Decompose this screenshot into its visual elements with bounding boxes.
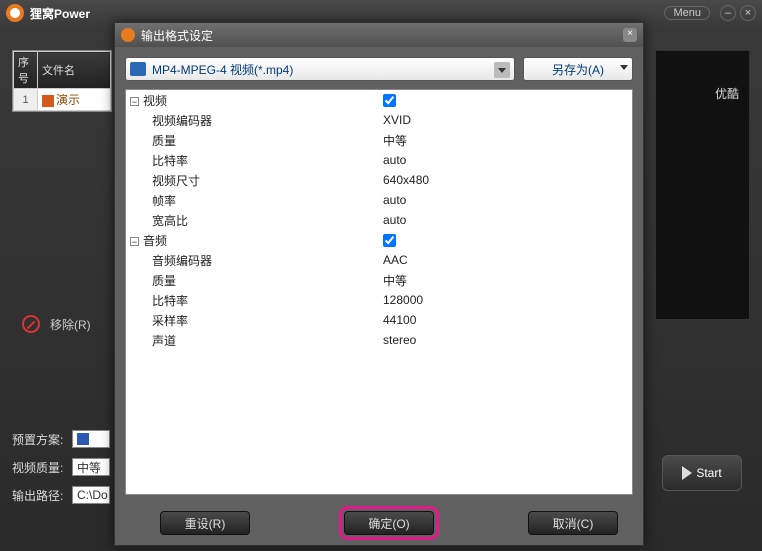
remove-label: 移除(R): [50, 316, 91, 333]
start-button[interactable]: Start: [662, 455, 742, 491]
table-row[interactable]: 1 演示: [14, 89, 111, 111]
settings-grid: −视频视频编码器XVID质量中等比特率auto视频尺寸640x480帧率auto…: [125, 89, 633, 495]
setting-row[interactable]: 比特率128000: [126, 290, 632, 310]
col-name: 文件名: [38, 52, 111, 89]
col-num: 序号: [14, 52, 38, 89]
setting-row[interactable]: 声道stereo: [126, 330, 632, 350]
chevron-down-icon: [620, 65, 628, 70]
preview-brand-label: 优酷: [715, 85, 739, 319]
group-audio-label: 音频: [143, 234, 167, 248]
dialog-close-button[interactable]: ×: [623, 28, 637, 42]
setting-label: 声道: [126, 330, 379, 350]
setting-value: 44100: [379, 310, 632, 330]
group-video-label: 视频: [143, 94, 167, 108]
setting-value: auto: [379, 190, 632, 210]
output-path-label: 输出路径:: [12, 487, 72, 504]
file-table: 序号 文件名 1 演示: [12, 50, 112, 112]
setting-value: 640x480: [379, 170, 632, 190]
app-title: 狸窝Power: [30, 5, 664, 22]
setting-row[interactable]: 视频编码器XVID: [126, 110, 632, 130]
setting-row[interactable]: 采样率44100: [126, 310, 632, 330]
setting-row[interactable]: 比特率auto: [126, 150, 632, 170]
setting-value: AAC: [379, 250, 632, 270]
group-audio-check[interactable]: [383, 234, 396, 247]
close-button[interactable]: ×: [740, 5, 756, 21]
setting-value: 中等: [379, 270, 632, 290]
setting-label: 质量: [126, 270, 379, 290]
setting-label: 视频尺寸: [126, 170, 379, 190]
video-format-icon: [130, 62, 146, 76]
output-path-field[interactable]: C:\Do: [72, 486, 110, 504]
setting-row[interactable]: 视频尺寸640x480: [126, 170, 632, 190]
start-label: Start: [696, 466, 721, 480]
tree-toggle-icon[interactable]: −: [130, 237, 139, 246]
setting-label: 采样率: [126, 310, 379, 330]
output-format-dialog: 输出格式设定 × MP4-MPEG-4 视频(*.mp4) 另存为(A) −视频…: [114, 22, 644, 546]
group-video-check[interactable]: [383, 94, 396, 107]
setting-row[interactable]: 音频编码器AAC: [126, 250, 632, 270]
setting-value: XVID: [379, 110, 632, 130]
minimize-button[interactable]: –: [720, 5, 736, 21]
setting-label: 视频编码器: [126, 110, 379, 130]
save-as-button[interactable]: 另存为(A): [523, 57, 633, 81]
ppt-icon: [42, 95, 54, 107]
setting-value: auto: [379, 150, 632, 170]
preview-area: 优酷: [655, 50, 750, 320]
app-logo-icon: [6, 4, 24, 22]
dialog-title: 输出格式设定: [141, 27, 213, 44]
setting-label: 宽高比: [126, 210, 379, 230]
video-quality-combo[interactable]: 中等: [72, 458, 110, 476]
save-as-label: 另存为(A): [552, 61, 604, 78]
format-combo[interactable]: MP4-MPEG-4 视频(*.mp4): [125, 57, 515, 81]
setting-value: 128000: [379, 290, 632, 310]
cancel-button[interactable]: 取消(C): [528, 511, 618, 535]
row-num: 1: [14, 89, 38, 111]
preset-combo[interactable]: [72, 430, 110, 448]
preset-label: 预置方案:: [12, 431, 72, 448]
format-combo-value: MP4-MPEG-4 视频(*.mp4): [152, 61, 293, 78]
setting-label: 帧率: [126, 190, 379, 210]
chevron-down-icon: [494, 62, 510, 78]
no-entry-icon: [22, 315, 40, 333]
setting-row[interactable]: 帧率auto: [126, 190, 632, 210]
remove-button[interactable]: 移除(R): [12, 315, 91, 333]
dialog-titlebar: 输出格式设定 ×: [115, 23, 643, 47]
file-cell: 演示: [38, 89, 111, 111]
setting-label: 比特率: [126, 290, 379, 310]
play-icon: [682, 466, 692, 480]
ok-button[interactable]: 确定(O): [344, 511, 434, 535]
setting-value: stereo: [379, 330, 632, 350]
gear-icon: [121, 28, 135, 42]
setting-label: 质量: [126, 130, 379, 150]
reset-button[interactable]: 重设(R): [160, 511, 250, 535]
menu-button[interactable]: Menu: [664, 6, 710, 20]
setting-value: auto: [379, 210, 632, 230]
format-icon: [77, 433, 89, 445]
tree-toggle-icon[interactable]: −: [130, 97, 139, 106]
settings-panel: 预置方案: 视频质量: 中等 输出路径: C:\Do: [12, 430, 110, 514]
setting-row[interactable]: 宽高比auto: [126, 210, 632, 230]
setting-row[interactable]: 质量中等: [126, 270, 632, 290]
setting-row[interactable]: 质量中等: [126, 130, 632, 150]
setting-label: 音频编码器: [126, 250, 379, 270]
setting-value: 中等: [379, 130, 632, 150]
video-quality-label: 视频质量:: [12, 459, 72, 476]
setting-label: 比特率: [126, 150, 379, 170]
